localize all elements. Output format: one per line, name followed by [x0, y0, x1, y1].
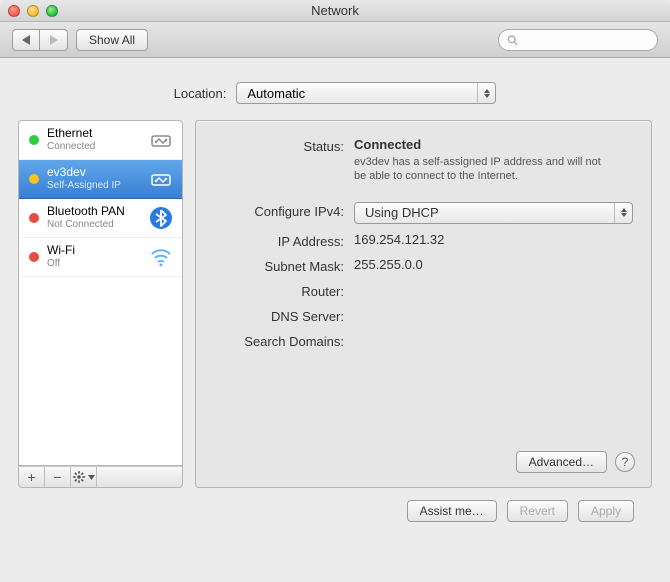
content-area: Location: Automatic EthernetConnectedev3…: [0, 58, 670, 532]
remove-interface-button[interactable]: −: [45, 467, 71, 487]
search-input[interactable]: [522, 33, 649, 47]
router-row: Router:: [214, 282, 633, 299]
sidebar-item-name: Ethernet: [47, 127, 140, 141]
bluetooth-icon: [148, 205, 174, 231]
sidebar-item-sub: Self-Assigned IP: [47, 180, 140, 192]
toolbar: Show All: [0, 22, 670, 58]
minimize-icon[interactable]: [27, 5, 39, 17]
ip-address-value: 169.254.121.32: [354, 232, 633, 247]
sidebar-item-ethernet[interactable]: EthernetConnected: [19, 121, 182, 160]
sidebar-item-text: Wi-FiOff: [47, 244, 140, 269]
status-label: Status:: [214, 137, 354, 154]
location-label: Location:: [174, 86, 227, 101]
gear-menu-button[interactable]: [71, 467, 97, 487]
sidebar-item-name: Bluetooth PAN: [47, 205, 140, 219]
location-row: Location: Automatic: [18, 82, 652, 104]
network-interface-list: EthernetConnected ev3devSelf-Assigned IP B…: [18, 120, 183, 466]
configure-ipv4-label: Configure IPv4:: [214, 202, 354, 219]
triangle-left-icon: [22, 35, 30, 45]
sidebar-item-text: ev3devSelf-Assigned IP: [47, 166, 140, 191]
toolbar-search[interactable]: [498, 29, 658, 51]
sidebar-item-name: ev3dev: [47, 166, 140, 180]
advanced-row: Advanced… ?: [516, 451, 635, 473]
status-dot-icon: [29, 252, 39, 262]
close-icon[interactable]: [8, 5, 20, 17]
location-value: Automatic: [247, 86, 305, 101]
sidebar-item-sub: Off: [47, 258, 140, 270]
assist-me-button[interactable]: Assist me…: [407, 500, 497, 522]
popup-arrows-icon: [614, 203, 632, 223]
ethernet-icon: [148, 166, 174, 192]
sidebar-footer: + −: [18, 466, 183, 488]
configure-ipv4-row: Configure IPv4: Using DHCP: [214, 202, 633, 224]
window-title: Network: [311, 3, 359, 18]
search-domains-label: Search Domains:: [214, 332, 354, 349]
help-button[interactable]: ?: [615, 452, 635, 472]
gear-icon: [72, 470, 86, 484]
router-label: Router:: [214, 282, 354, 299]
location-popup[interactable]: Automatic: [236, 82, 496, 104]
search-domains-row: Search Domains:: [214, 332, 633, 349]
status-dot-icon: [29, 174, 39, 184]
dns-server-label: DNS Server:: [214, 307, 354, 324]
sidebar-item-wi-fi[interactable]: Wi-FiOff: [19, 238, 182, 277]
revert-button[interactable]: Revert: [507, 500, 568, 522]
sidebar-item-sub: Connected: [47, 141, 140, 153]
status-dot-icon: [29, 213, 39, 223]
back-button[interactable]: [12, 29, 40, 51]
configure-ipv4-value: Using DHCP: [365, 205, 439, 220]
configure-ipv4-popup[interactable]: Using DHCP: [354, 202, 633, 224]
status-row: Status: Connected ev3dev has a self-assi…: [214, 137, 633, 184]
popup-arrows-icon: [477, 83, 495, 103]
sidebar-item-ev3dev[interactable]: ev3devSelf-Assigned IP: [19, 160, 182, 199]
subnet-mask-label: Subnet Mask:: [214, 257, 354, 274]
forward-button[interactable]: [40, 29, 68, 51]
apply-button[interactable]: Apply: [578, 500, 634, 522]
ip-address-row: IP Address: 169.254.121.32: [214, 232, 633, 249]
wifi-icon: [148, 244, 174, 270]
subnet-mask-row: Subnet Mask: 255.255.0.0: [214, 257, 633, 274]
detail-panel: Status: Connected ev3dev has a self-assi…: [195, 120, 652, 488]
ip-address-label: IP Address:: [214, 232, 354, 249]
zoom-icon[interactable]: [46, 5, 58, 17]
dns-server-row: DNS Server:: [214, 307, 633, 324]
chevron-down-icon: [88, 475, 95, 480]
sidebar-item-sub: Not Connected: [47, 219, 140, 231]
nav-back-forward: [12, 29, 68, 51]
advanced-button[interactable]: Advanced…: [516, 451, 607, 473]
titlebar: Network: [0, 0, 670, 22]
triangle-right-icon: [50, 35, 58, 45]
status-value: Connected: [354, 137, 633, 152]
sidebar-wrap: EthernetConnected ev3devSelf-Assigned IP B…: [18, 120, 183, 488]
show-all-button[interactable]: Show All: [76, 29, 148, 51]
sidebar-item-name: Wi-Fi: [47, 244, 140, 258]
add-interface-button[interactable]: +: [19, 467, 45, 487]
search-icon: [507, 34, 518, 46]
status-desc: ev3dev has a self-assigned IP address an…: [354, 155, 614, 184]
status-dot-icon: [29, 135, 39, 145]
sidebar-item-bluetooth-pan[interactable]: Bluetooth PANNot Connected: [19, 199, 182, 238]
sidebar-item-text: Bluetooth PANNot Connected: [47, 205, 140, 230]
subnet-mask-value: 255.255.0.0: [354, 257, 633, 272]
ethernet-icon: [148, 127, 174, 153]
traffic-lights: [8, 5, 58, 17]
sidebar-item-text: EthernetConnected: [47, 127, 140, 152]
bottom-button-bar: Assist me… Revert Apply: [18, 488, 652, 522]
